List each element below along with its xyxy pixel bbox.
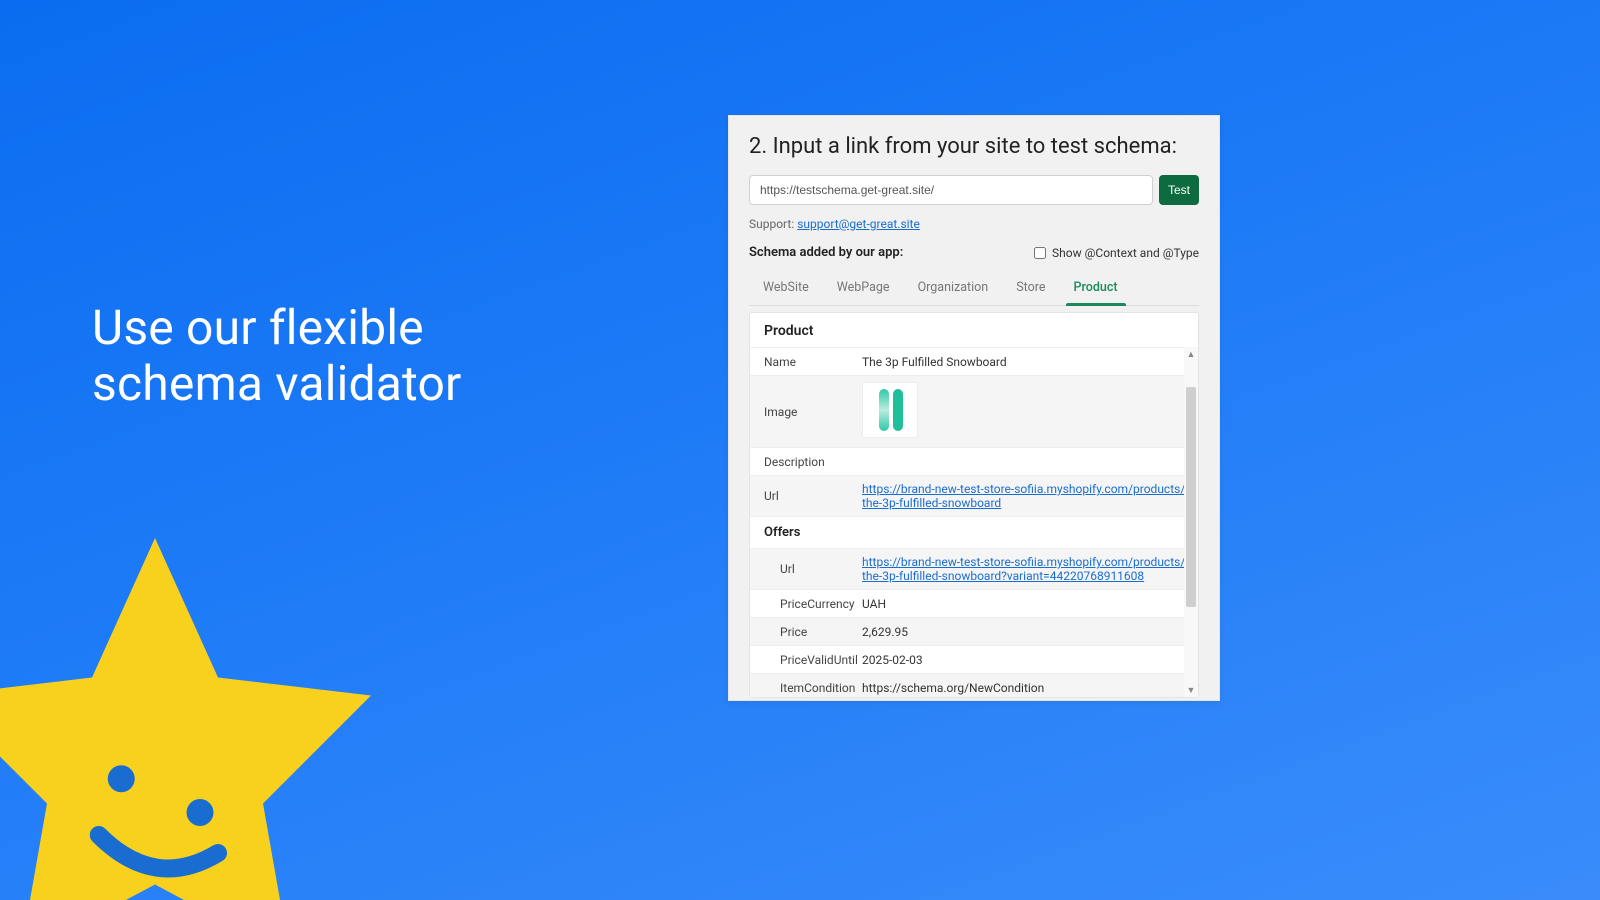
hero-line-1: Use our flexible <box>92 300 462 356</box>
schema-added-label: Schema added by our app: <box>749 245 903 260</box>
product-thumbnail-icon <box>862 382 918 438</box>
tab-product[interactable]: Product <box>1060 272 1132 305</box>
scroll-down-icon[interactable]: ▼ <box>1184 683 1198 697</box>
validator-panel: 2. Input a link from your site to test s… <box>728 115 1220 701</box>
section-title: 2. Input a link from your site to test s… <box>749 134 1199 159</box>
scroll-thumb[interactable] <box>1186 387 1196 607</box>
row-image: Image <box>750 375 1198 447</box>
tab-webpage[interactable]: WebPage <box>823 272 904 305</box>
key-url: Url <box>750 483 862 509</box>
card-title: Product <box>750 313 1198 347</box>
row-price: Price 2,629.95 <box>750 617 1198 645</box>
support-email-link[interactable]: support@get-great.site <box>797 217 920 231</box>
url-input[interactable] <box>749 175 1153 205</box>
show-context-checkbox[interactable] <box>1034 247 1046 259</box>
test-button[interactable]: Test <box>1159 175 1199 205</box>
val-price-valid: 2025-02-03 <box>862 647 1198 673</box>
show-context-label: Show @Context and @Type <box>1052 246 1199 260</box>
key-name: Name <box>750 349 862 375</box>
schema-tabs: WebSite WebPage Organization Store Produ… <box>749 272 1199 306</box>
key-image: Image <box>750 399 862 425</box>
row-price-currency: PriceCurrency UAH <box>750 589 1198 617</box>
schema-header-row: Schema added by our app: Show @Context a… <box>749 245 1199 260</box>
row-offer-url: Url https://brand-new-test-store-sofiia.… <box>750 548 1198 589</box>
key-price-currency: PriceCurrency <box>750 591 862 617</box>
val-item-condition: https://schema.org/NewCondition <box>862 675 1198 698</box>
key-item-condition: ItemCondition <box>750 675 862 698</box>
tab-website[interactable]: WebSite <box>749 272 823 305</box>
product-scroll-area: Name The 3p Fulfilled Snowboard Image De… <box>750 347 1198 697</box>
show-context-toggle[interactable]: Show @Context and @Type <box>1034 246 1199 260</box>
support-prefix: Support: <box>749 217 797 231</box>
scroll-up-icon[interactable]: ▲ <box>1184 347 1198 361</box>
tab-organization[interactable]: Organization <box>904 272 1003 305</box>
hero-line-2: schema validator <box>92 356 462 412</box>
scrollbar[interactable]: ▲ ▼ <box>1184 347 1198 697</box>
row-name: Name The 3p Fulfilled Snowboard <box>750 347 1198 375</box>
row-description: Description <box>750 447 1198 475</box>
val-offer-url: https://brand-new-test-store-sofiia.mysh… <box>862 549 1198 589</box>
product-rows: Name The 3p Fulfilled Snowboard Image De… <box>750 347 1198 697</box>
star-mascot-icon <box>0 520 380 900</box>
val-price: 2,629.95 <box>862 619 1198 645</box>
key-description: Description <box>750 449 862 475</box>
key-offer-url: Url <box>750 556 862 582</box>
offer-url-link[interactable]: https://brand-new-test-store-sofiia.mysh… <box>862 555 1185 583</box>
key-price-valid: PriceValidUntil <box>750 647 862 673</box>
val-image <box>862 376 1198 447</box>
val-name: The 3p Fulfilled Snowboard <box>862 349 1198 375</box>
row-url: Url https://brand-new-test-store-sofiia.… <box>750 475 1198 516</box>
support-line: Support: support@get-great.site <box>749 217 1199 231</box>
product-url-link[interactable]: https://brand-new-test-store-sofiia.mysh… <box>862 482 1185 510</box>
val-url: https://brand-new-test-store-sofiia.mysh… <box>862 476 1198 516</box>
tab-store[interactable]: Store <box>1002 272 1059 305</box>
hero-headline: Use our flexible schema validator <box>92 300 462 412</box>
offers-heading: Offers <box>750 516 1198 548</box>
val-description <box>862 456 1198 468</box>
promo-stage: Use our flexible schema validator 2. Inp… <box>0 0 1600 900</box>
val-price-currency: UAH <box>862 591 1198 617</box>
product-card: Product Name The 3p Fulfilled Snowboard … <box>749 312 1199 698</box>
key-price: Price <box>750 619 862 645</box>
url-row: Test <box>749 175 1199 205</box>
row-price-valid-until: PriceValidUntil 2025-02-03 <box>750 645 1198 673</box>
row-item-condition: ItemCondition https://schema.org/NewCond… <box>750 673 1198 697</box>
